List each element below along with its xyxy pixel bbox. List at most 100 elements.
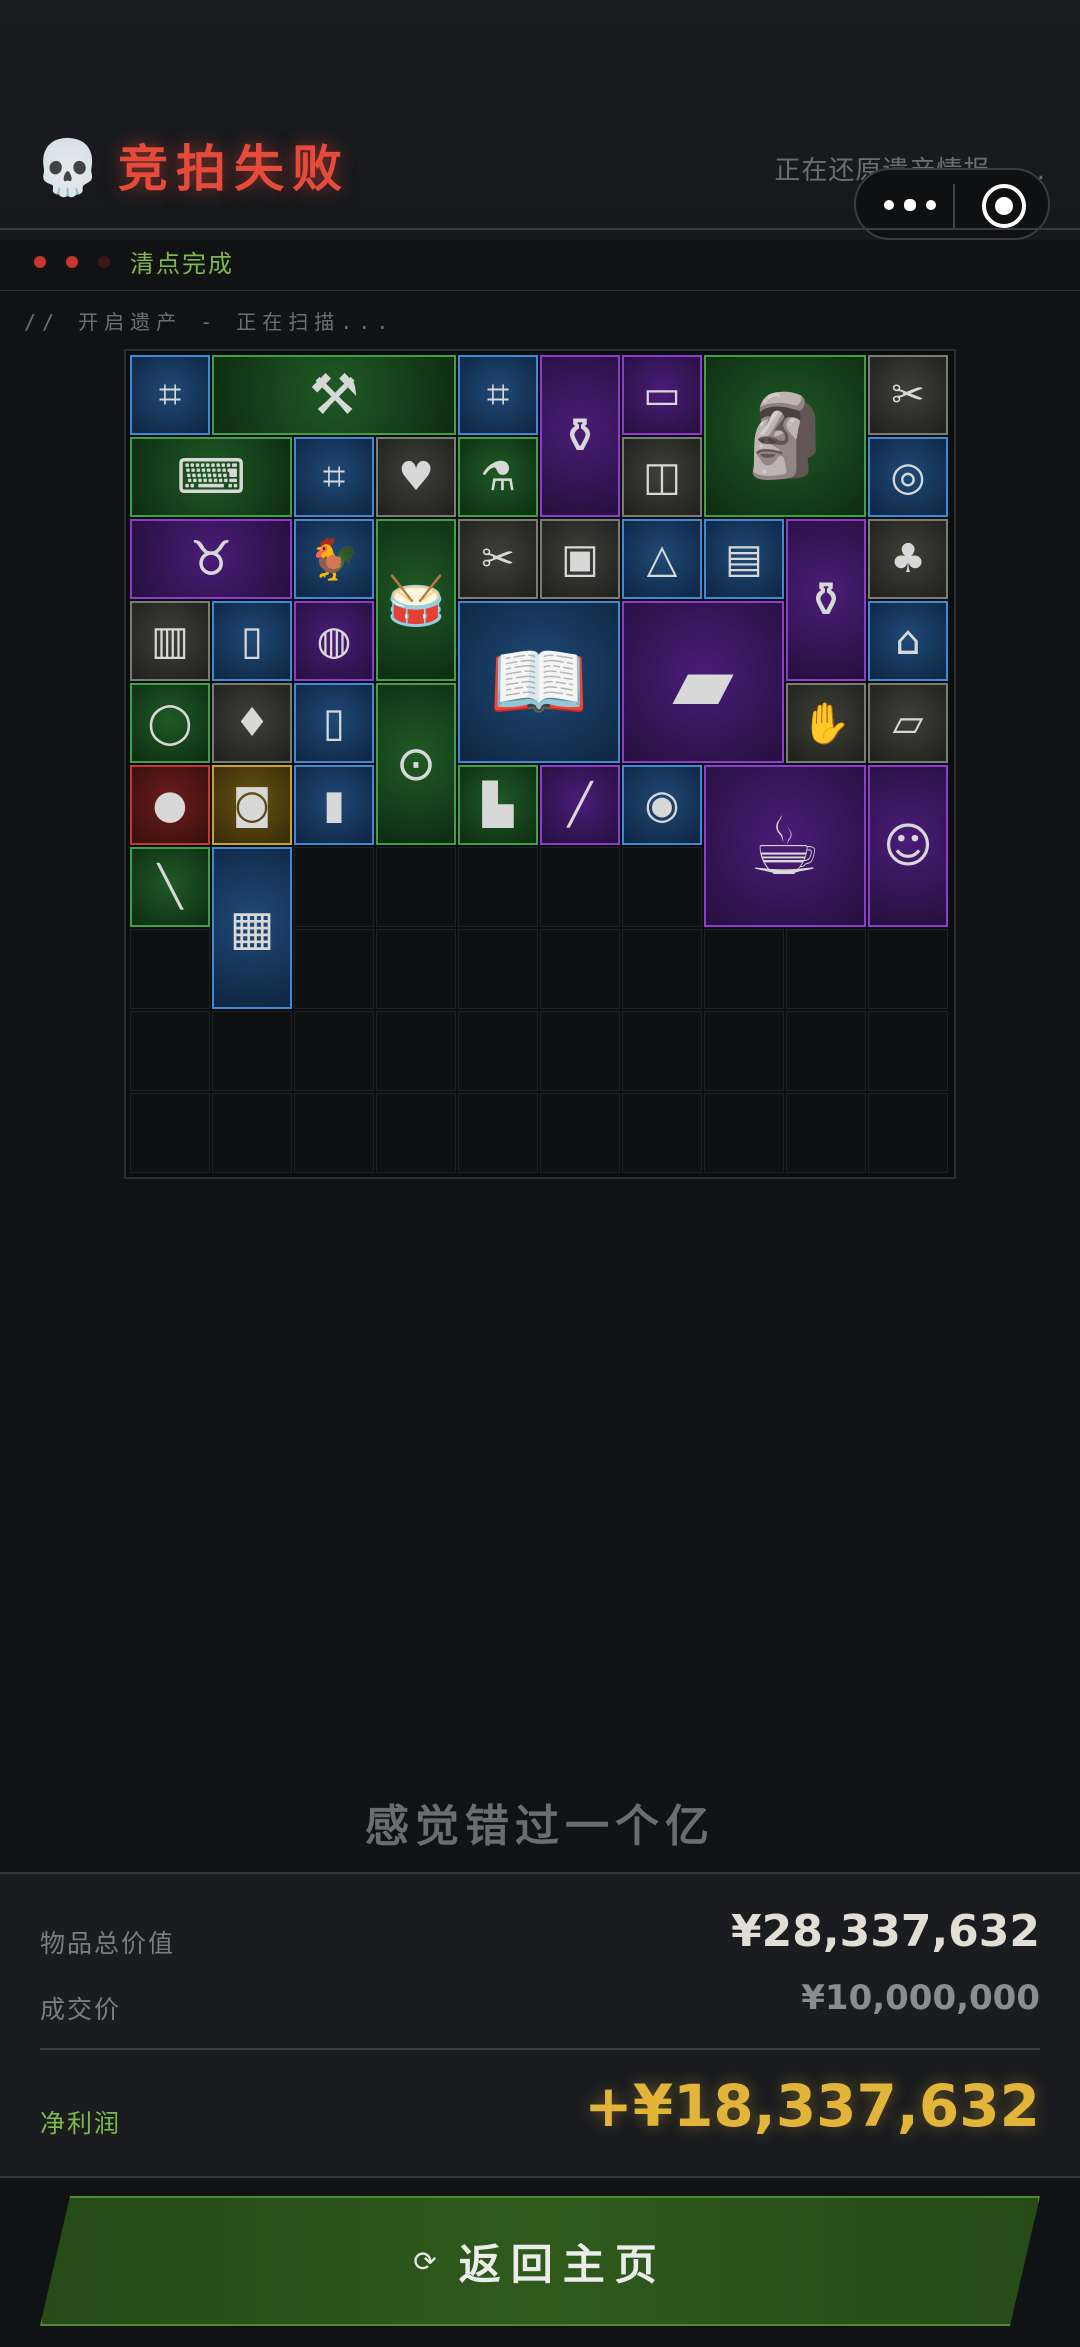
return-home-label: 返回主页 — [458, 2239, 667, 2289]
item-horned-helmet[interactable]: ♉ — [130, 519, 292, 599]
tin-can-icon: ◎ — [890, 454, 926, 500]
grid-slot — [622, 847, 702, 927]
syringe-icon: ╲ — [157, 864, 183, 910]
item-rope-coil[interactable]: ◯ — [130, 683, 210, 763]
progress-dot-3 — [98, 256, 110, 268]
item-laptop-case[interactable]: ▰ — [622, 601, 784, 763]
total-value-label: 物品总价值 — [40, 1929, 176, 1958]
item-golden-ewer[interactable]: ⚱ — [540, 355, 620, 517]
item-tin-can[interactable]: ◎ — [868, 437, 948, 517]
item-toolbox[interactable]: ▣ — [540, 519, 620, 599]
grid-slot — [212, 1011, 292, 1091]
grid-slot — [458, 1011, 538, 1091]
gingerbread-man-icon: ☺ — [882, 818, 934, 874]
item-water-bottle[interactable]: ⌂ — [868, 601, 948, 681]
item-playing-card[interactable]: ♣ — [868, 519, 948, 599]
item-latex-glove[interactable]: ✋ — [786, 683, 866, 763]
grid-slot — [376, 1093, 456, 1173]
grid-slot — [786, 929, 866, 1009]
skull-icon: 💀 — [34, 136, 102, 199]
item-ammo-box[interactable]: ▦ — [212, 847, 292, 1009]
item-hookah[interactable]: ⚱ — [786, 519, 866, 681]
cigarette-pack-icon: ▯ — [240, 618, 263, 664]
scissors-icon: ✂ — [891, 372, 925, 418]
item-lighter[interactable]: ▙ — [458, 765, 538, 845]
net-profit-label: 净利润 — [40, 2109, 122, 2138]
item-playing-card[interactable]: ♥ — [376, 437, 456, 517]
item-rooster-figurine[interactable]: 🐓 — [294, 519, 374, 599]
grid-slot — [376, 929, 456, 1009]
return-home-button[interactable]: ⟳ 返回主页 — [40, 2196, 1040, 2326]
grid-slot — [458, 929, 538, 1009]
paint-bucket-icon: ◫ — [643, 454, 681, 500]
fashion-magazine-icon: 📖 — [489, 635, 589, 728]
item-matchbox[interactable]: ▥ — [130, 601, 210, 681]
grid-slot — [458, 1093, 538, 1173]
item-syringe[interactable]: ╲ — [130, 847, 210, 927]
item-pressure-gauge[interactable]: ⊙ — [376, 683, 456, 845]
rooster-figurine-icon: 🐓 — [309, 536, 359, 583]
status-divider — [0, 290, 1080, 291]
item-power-module[interactable]: ▤ — [704, 519, 784, 599]
horned-helmet-icon: ♉ — [189, 531, 233, 587]
item-memory-card[interactable]: ▮ — [294, 765, 374, 845]
item-playing-card[interactable]: ♦ — [212, 683, 292, 763]
item-lamassu-statue[interactable]: 🗿 — [704, 355, 866, 517]
grid-slot — [130, 1011, 210, 1091]
item-gingerbread-man[interactable]: ☺ — [868, 765, 948, 927]
grid-slot — [868, 1093, 948, 1173]
item-keyboard[interactable]: ⌨ — [130, 437, 292, 517]
grid-slot — [376, 847, 456, 927]
more-menu-icon[interactable] — [880, 186, 940, 222]
keyboard-icon: ⌨ — [176, 449, 246, 505]
item-cigarette-pack[interactable]: ▯ — [294, 683, 374, 763]
memory-card-icon: ▮ — [322, 782, 345, 828]
item-medicine-vial[interactable]: ⚗ — [458, 437, 538, 517]
water-bottle-icon: ⌂ — [895, 618, 921, 664]
grid-slot — [868, 929, 948, 1009]
hookah-icon: ⚱ — [805, 572, 847, 628]
close-mini-program-icon[interactable] — [982, 184, 1026, 228]
item-hard-drive[interactable]: ▭ — [622, 355, 702, 435]
item-cigarette-pack[interactable]: ▯ — [212, 601, 292, 681]
golden-ewer-icon: ⚱ — [559, 408, 601, 464]
item-usb-flash-drive[interactable]: ⌗ — [294, 437, 374, 517]
toolbox-icon: ▣ — [561, 536, 599, 582]
item-flute[interactable]: ╱ — [540, 765, 620, 845]
djembe-drum-icon: 🥁 — [386, 572, 446, 629]
grid-slot — [540, 929, 620, 1009]
scissors-icon: ✂ — [481, 536, 515, 582]
item-glass-orb[interactable]: ● — [130, 765, 210, 845]
grid-slot — [622, 1011, 702, 1091]
grid-slot — [868, 1011, 948, 1091]
grid-slot — [540, 847, 620, 927]
deal-price-label: 成交价 — [40, 1995, 122, 2024]
grid-slot — [786, 1011, 866, 1091]
item-food-bowl[interactable]: ◍ — [294, 601, 374, 681]
lighter-icon: ▙ — [482, 782, 514, 828]
item-fashion-magazine[interactable]: 📖 — [458, 601, 620, 763]
item-paint-bucket[interactable]: ◫ — [622, 437, 702, 517]
playing-card-icon: ♣ — [890, 536, 926, 582]
item-djembe-drum[interactable]: 🥁 — [376, 519, 456, 681]
item-compact-disc[interactable]: ◉ — [622, 765, 702, 845]
item-usb-flash-drive[interactable]: ⌗ — [130, 355, 210, 435]
item-scissors[interactable]: ✂ — [458, 519, 538, 599]
grid-slot — [294, 847, 374, 927]
item-sledgehammer[interactable]: ⚒ — [212, 355, 456, 435]
cigarette-pack-icon: ▯ — [322, 700, 345, 746]
item-scissors[interactable]: ✂ — [868, 355, 948, 435]
laptop-case-icon: ▰ — [672, 635, 734, 729]
latex-glove-icon: ✋ — [801, 700, 851, 747]
item-triangle-token[interactable]: △ — [622, 519, 702, 599]
item-paper-note[interactable]: ▱ — [868, 683, 948, 763]
item-camera[interactable]: ◙ — [212, 765, 292, 845]
grid-slot — [704, 929, 784, 1009]
summary-panel: 物品总价值 ¥28,337,632 成交价 ¥10,000,000 净利润 +¥… — [0, 1872, 1080, 2178]
item-coffee-machine[interactable]: ☕ — [704, 765, 866, 927]
refresh-icon: ⟳ — [413, 2244, 437, 2278]
hard-drive-icon: ▭ — [643, 372, 681, 418]
total-value-amount: ¥28,337,632 — [731, 1906, 1040, 1957]
power-module-icon: ▤ — [725, 536, 763, 582]
item-usb-flash-drive[interactable]: ⌗ — [458, 355, 538, 435]
